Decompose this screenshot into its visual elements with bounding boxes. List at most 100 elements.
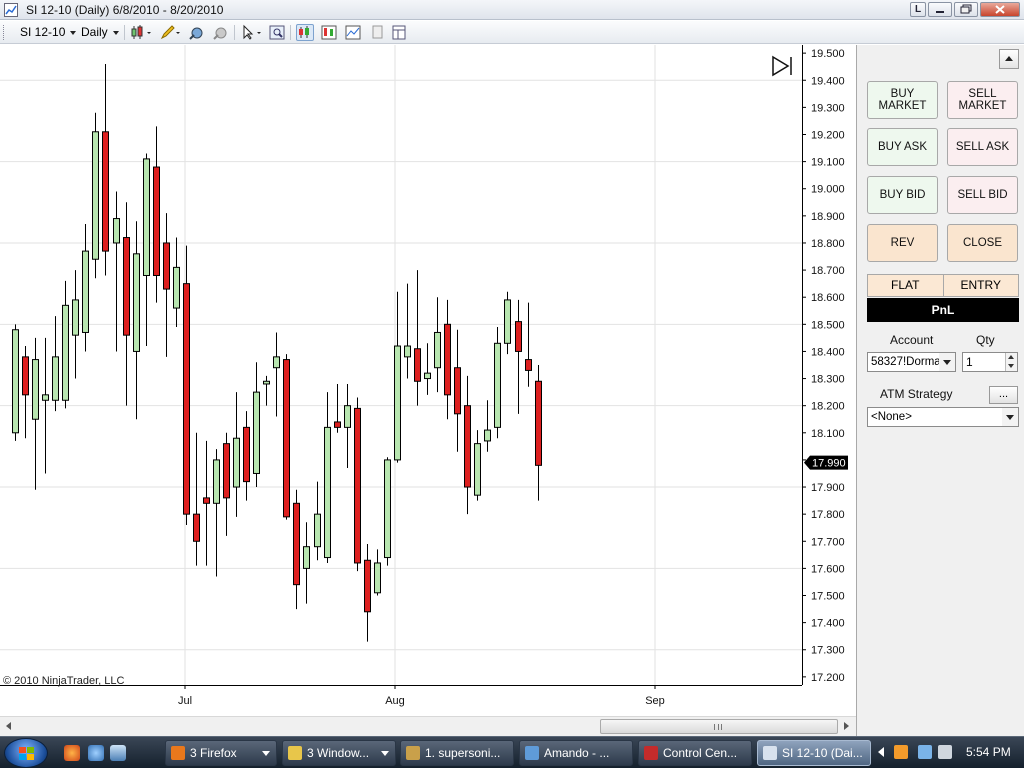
candle-down[interactable]	[454, 367, 461, 415]
scroll-to-end-icon[interactable]	[772, 55, 792, 77]
candle-up[interactable]	[42, 394, 49, 401]
tray-app-icon[interactable]	[894, 745, 908, 759]
chart-style-candles-icon[interactable]	[130, 24, 151, 41]
candle-up[interactable]	[494, 342, 501, 428]
taskbar-item-si-chart[interactable]: SI 12-10 (Dai...	[757, 740, 871, 766]
copy-icon[interactable]	[368, 24, 386, 41]
account-select[interactable]: 58327!Dorman	[867, 352, 956, 372]
candle-up[interactable]	[344, 405, 351, 428]
minimize-button[interactable]	[928, 2, 952, 17]
data-box-icon[interactable]	[320, 24, 338, 41]
firefox-quicklaunch-icon[interactable]	[64, 745, 80, 761]
start-button[interactable]	[4, 738, 48, 768]
toolbar-grip[interactable]	[3, 25, 6, 40]
window-layout-icon[interactable]	[390, 24, 408, 41]
taskbar-item-supersonic[interactable]: 1. supersoni...	[400, 740, 514, 766]
candle-down[interactable]	[163, 242, 170, 290]
taskbar-item-windows-explorer[interactable]: 3 Window...	[282, 740, 396, 766]
buy-bid-button[interactable]: BUY BID	[867, 176, 938, 214]
buy-market-button[interactable]: BUY MARKET	[867, 81, 938, 119]
candle-down[interactable]	[464, 405, 471, 488]
candlestick-chart[interactable]: 19.500 19.400 19.300 19.200 19.100 19.000 18.9…	[0, 45, 856, 716]
candle-down[interactable]	[203, 497, 210, 504]
ie-quicklaunch-icon[interactable]	[88, 745, 104, 761]
candle-down[interactable]	[183, 283, 190, 515]
candle-up[interactable]	[484, 429, 491, 442]
candle-up[interactable]	[233, 437, 240, 488]
candle-up[interactable]	[314, 513, 321, 548]
candle-down[interactable]	[293, 502, 300, 586]
buy-ask-button[interactable]: BUY ASK	[867, 128, 938, 166]
candle-down[interactable]	[334, 421, 341, 428]
scroll-left-icon[interactable]	[6, 722, 11, 730]
spinner-arrows-icon[interactable]	[1005, 353, 1017, 371]
taskbar-item-control-center[interactable]: Control Cen...	[638, 740, 752, 766]
maximize-button[interactable]	[954, 2, 978, 17]
drawing-pencil-icon[interactable]	[160, 24, 180, 41]
candle-up[interactable]	[213, 459, 220, 504]
taskbar-item-amando[interactable]: Amando - ...	[519, 740, 633, 766]
candle-up[interactable]	[253, 391, 260, 474]
candle-down[interactable]	[525, 359, 532, 371]
interval-selector[interactable]: Daily	[81, 25, 119, 39]
taskbar-item-firefox[interactable]: 3 Firefox	[165, 740, 277, 766]
candle-up[interactable]	[82, 250, 89, 333]
chart-horizontal-scrollbar[interactable]	[0, 716, 856, 736]
candle-up[interactable]	[324, 426, 331, 559]
candle-up[interactable]	[434, 331, 441, 369]
network-icon[interactable]	[918, 745, 932, 759]
candle-down[interactable]	[153, 166, 160, 277]
chevron-left-icon[interactable]	[878, 747, 884, 757]
candle-down[interactable]	[102, 131, 109, 252]
candle-down[interactable]	[444, 323, 451, 396]
candle-down[interactable]	[414, 348, 421, 382]
atm-strategy-select[interactable]: <None>	[867, 407, 1019, 427]
candle-up[interactable]	[374, 562, 381, 594]
scroll-right-icon[interactable]	[844, 722, 849, 730]
candle-up[interactable]	[263, 380, 270, 385]
candle-up[interactable]	[173, 266, 180, 309]
cursor-pointer-icon[interactable]	[240, 24, 261, 41]
instrument-selector[interactable]: SI 12-10	[20, 25, 77, 39]
candle-up[interactable]	[62, 304, 69, 401]
candle-up[interactable]	[52, 356, 59, 401]
candle-up[interactable]	[474, 443, 481, 496]
candle-up[interactable]	[32, 359, 39, 420]
candle-up[interactable]	[72, 299, 79, 336]
scrollbar-thumb[interactable]	[600, 719, 838, 734]
sell-ask-button[interactable]: SELL ASK	[947, 128, 1018, 166]
candle-down[interactable]	[364, 559, 371, 613]
candle-down[interactable]	[193, 513, 200, 542]
remove-indicator-icon[interactable]	[212, 24, 230, 41]
candle-up[interactable]	[113, 218, 120, 244]
volume-icon[interactable]	[938, 745, 952, 759]
candle-up[interactable]	[303, 546, 310, 569]
quantity-stepper[interactable]: 1	[962, 352, 1018, 372]
close-button[interactable]	[980, 2, 1020, 17]
candle-up[interactable]	[273, 356, 280, 369]
add-indicator-icon[interactable]	[188, 24, 206, 41]
candle-up[interactable]	[384, 459, 391, 559]
collapse-panel-button[interactable]	[999, 49, 1019, 69]
candle-up[interactable]	[394, 345, 401, 461]
sell-market-button[interactable]: SELL MARKET	[947, 81, 1018, 119]
candle-down[interactable]	[535, 380, 542, 466]
candle-up[interactable]	[92, 131, 99, 260]
candle-up[interactable]	[404, 345, 411, 358]
candle-down[interactable]	[22, 356, 29, 396]
candle-down[interactable]	[283, 359, 290, 518]
candle-down[interactable]	[243, 426, 250, 483]
price-chart-area[interactable]: 19.500 19.400 19.300 19.200 19.100 19.000 18.9…	[0, 45, 856, 716]
link-button[interactable]: L	[910, 2, 926, 17]
taskbar-clock[interactable]: 5:54 PM	[966, 745, 1011, 759]
candle-down[interactable]	[123, 237, 130, 336]
chart-properties-icon[interactable]	[344, 24, 362, 41]
chart-trader-icon[interactable]	[296, 24, 314, 41]
candle-up[interactable]	[504, 299, 511, 344]
atm-strategy-browse-button[interactable]: ...	[989, 386, 1018, 404]
candle-down[interactable]	[354, 407, 361, 564]
candle-up[interactable]	[133, 253, 140, 352]
candle-up[interactable]	[424, 372, 431, 380]
candle-down[interactable]	[223, 443, 230, 499]
close-position-button[interactable]: CLOSE	[947, 224, 1018, 262]
